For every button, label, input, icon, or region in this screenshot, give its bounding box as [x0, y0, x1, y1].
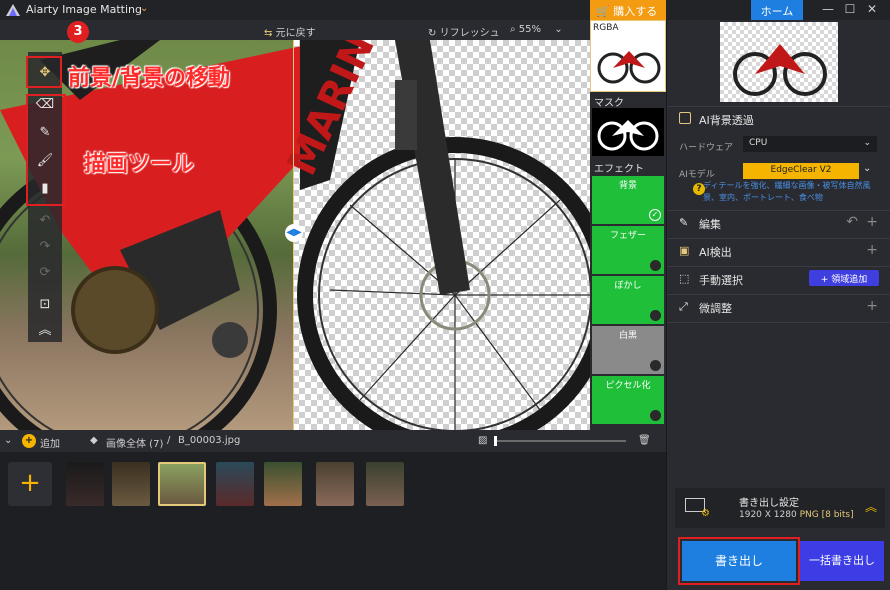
rgba-thumb[interactable]: RGBA	[590, 20, 666, 92]
back-icon[interactable]: ◆	[90, 435, 98, 446]
cart-icon: 🛒	[596, 5, 610, 18]
chevron-down-icon[interactable]: ⌄	[863, 163, 871, 174]
export-highlight	[678, 537, 800, 585]
step-3-badge: 3	[67, 21, 89, 43]
batch-export-button[interactable]: 一括書き出し	[800, 541, 884, 581]
result-preview	[720, 22, 838, 102]
collapse-icon[interactable]: ︽	[34, 320, 56, 342]
chevron-up-icon[interactable]: ︽	[865, 498, 877, 515]
bike-thumb-icon	[597, 51, 661, 84]
undo-icon[interactable]: ↶	[34, 210, 56, 232]
compare-handle-icon[interactable]: ◀▶	[285, 224, 303, 242]
effect-monochrome[interactable]: 白黒	[592, 326, 664, 374]
fine-tune-section[interactable]: 微調整	[699, 300, 732, 316]
effects-column: RGBA マスク エフェクト 背景 ✓ フェザー ぼかし 白黒 ピクセル化	[590, 20, 666, 430]
effect-feather[interactable]: フェザー	[592, 226, 664, 274]
fit-screen-icon[interactable]: ⊡	[34, 294, 56, 316]
chevron-down-icon: ⌄	[863, 138, 871, 148]
thumbnail-7[interactable]	[366, 462, 404, 506]
manual-select-section[interactable]: 手動選択	[699, 272, 743, 288]
thumbnail-5[interactable]	[264, 462, 302, 506]
model-hint: ディテールを強化、繊細な画像・被写体自然風景、室内、ポートレート、食べ物	[703, 181, 871, 202]
mask-thumb[interactable]	[592, 108, 664, 156]
mask-label: マスク	[594, 98, 624, 109]
add-icon[interactable]: +	[22, 434, 36, 448]
move-annotation: 前景/背景の移動	[68, 66, 231, 91]
check-icon: ✓	[649, 209, 661, 221]
add-region-button[interactable]: + 領域追加	[809, 270, 879, 286]
ai-background-title: AI背景透過	[699, 114, 754, 127]
add-edit-icon[interactable]: +	[866, 214, 878, 230]
app-logo-icon	[6, 4, 20, 16]
breadcrumb-all[interactable]: 画像全体 (7)	[106, 435, 163, 450]
manual-select-icon: ⬚	[679, 272, 690, 285]
draw-tools-highlight	[26, 94, 66, 206]
edit-section[interactable]: 編集	[699, 216, 721, 232]
right-panel: AI背景透過 ハードウェア CPU ⌄ AIモデル EdgeClear V2 ⌄ …	[666, 20, 890, 590]
home-button[interactable]: ホーム	[751, 0, 803, 20]
effect-blur[interactable]: ぼかし	[592, 276, 664, 324]
filmstrip: +	[0, 452, 666, 590]
plus-icon: +	[820, 275, 829, 285]
chevron-down-icon[interactable]: ⌄	[140, 3, 148, 14]
fine-tune-icon: ⤢	[679, 300, 688, 313]
trash-icon[interactable]: 🗑	[638, 435, 651, 446]
bike-mask-icon	[597, 120, 659, 151]
reset-icon[interactable]: ⟳	[34, 262, 56, 284]
export-settings[interactable]: ⚙ 書き出し設定 1920 X 1280 PNG [8 bits] ︽	[675, 488, 885, 528]
undo-icon[interactable]: ↶	[846, 214, 858, 230]
add-detect-icon[interactable]: +	[866, 242, 878, 258]
refresh-button[interactable]: ↻ リフレッシュ	[428, 24, 500, 39]
close-icon[interactable]: ✕	[864, 2, 880, 16]
thumbnail-4[interactable]	[216, 462, 254, 506]
thumb-size-slider[interactable]	[496, 440, 626, 442]
hardware-label: ハードウェア	[679, 143, 734, 153]
image-size-icon: ▨	[478, 435, 488, 446]
bike-preview-icon	[733, 44, 827, 96]
move-tool-highlight	[26, 56, 62, 88]
gear-icon: ⚙	[701, 508, 710, 519]
effect-background[interactable]: 背景 ✓	[592, 176, 664, 224]
add-image-button[interactable]: +	[8, 462, 52, 506]
ai-detect-section[interactable]: AI検出	[699, 244, 732, 260]
effect-label: エフェクト	[594, 164, 644, 175]
edit-icon: ✎	[679, 216, 689, 229]
zoom-icon: ⌕	[510, 24, 516, 35]
thumbnail-2[interactable]	[112, 462, 150, 506]
breadcrumb-sep: /	[167, 435, 171, 446]
maximize-icon[interactable]: ☐	[842, 2, 858, 16]
draw-tools-annotation: 描画ツール	[84, 152, 195, 177]
collapse-icon[interactable]: ⌄	[4, 435, 12, 446]
app-title: Aiarty Image Matting	[26, 3, 142, 16]
minimize-icon[interactable]: —	[820, 2, 836, 16]
model-select[interactable]: EdgeClear V2	[743, 163, 859, 179]
buy-button[interactable]: 🛒 購入する	[590, 0, 666, 20]
breadcrumb-file: B_00003.jpg	[178, 435, 241, 446]
thumbnail-1[interactable]	[66, 462, 104, 506]
compare-icon: ⇆	[264, 28, 273, 39]
image-canvas[interactable]: MARIN ◀▶	[0, 40, 590, 430]
chevron-down-icon: ⌄	[554, 24, 563, 35]
effect-pixelate[interactable]: ピクセル化	[592, 376, 664, 424]
thumbnail-6[interactable]	[316, 462, 354, 506]
add-finetune-icon[interactable]: +	[866, 298, 878, 314]
slider-knob[interactable]	[494, 436, 497, 446]
hardware-select[interactable]: CPU ⌄	[743, 136, 877, 152]
redo-icon[interactable]: ↷	[34, 236, 56, 258]
zoom-control[interactable]: ⌕ 55% ⌄	[510, 24, 563, 35]
thumbnail-3[interactable]	[158, 462, 206, 506]
ai-detect-icon: ▣	[679, 244, 690, 257]
refresh-icon: ↻	[428, 28, 437, 39]
model-label: AIモデル	[679, 170, 715, 180]
ai-background-icon	[679, 112, 691, 124]
undo-button[interactable]: ⇆ 元に戻す	[264, 24, 316, 39]
add-label[interactable]: 追加	[40, 435, 60, 450]
